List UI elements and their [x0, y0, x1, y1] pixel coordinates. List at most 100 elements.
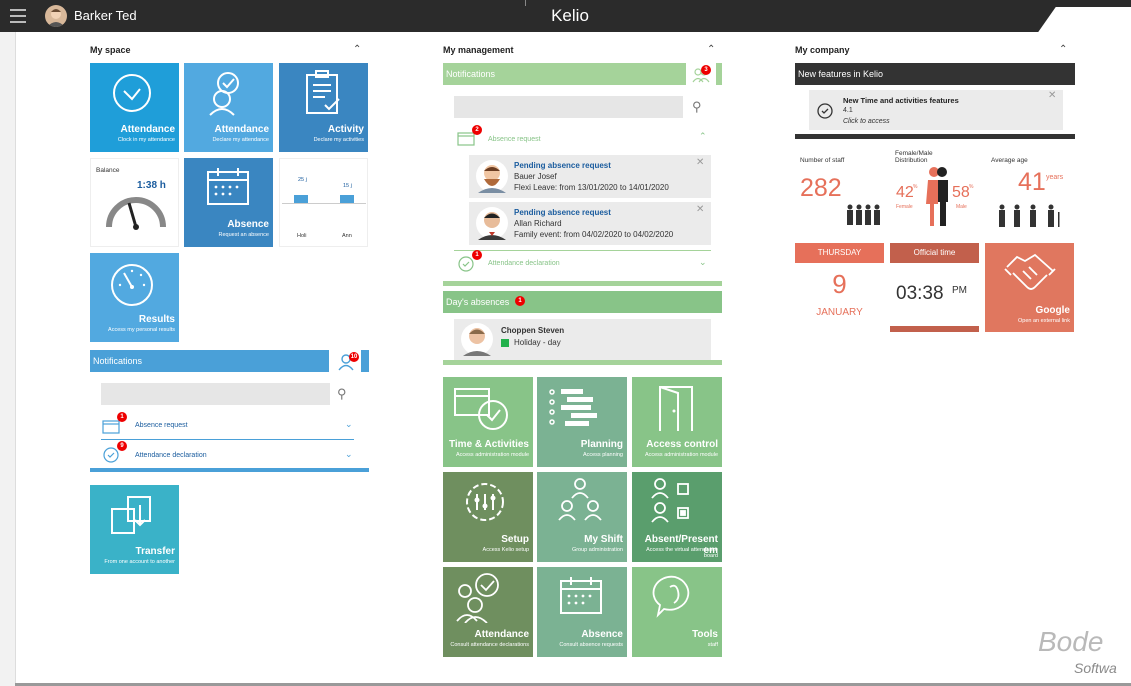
absence-request-card[interactable]: Pending absence request Allan Richard Fa… [469, 202, 711, 245]
chat-bubbles-icon [652, 575, 690, 618]
tile-subtitle: Access planning [582, 452, 623, 458]
tile-title: Attendance [214, 124, 269, 135]
notif-icon-box: 3 [686, 63, 722, 85]
age-label: Average age [991, 157, 1028, 164]
gender-distribution-widget[interactable]: Female/Male Distribution 42 % 58 % Femal… [890, 148, 979, 237]
tile-subtitle: Clock in my attendance [117, 137, 175, 143]
tile-subtitle: Access Kelio setup [482, 547, 529, 553]
age-unit: years [1046, 174, 1064, 181]
my-company-collapse-icon[interactable]: ⌃ [1059, 44, 1067, 55]
calendar-icon [560, 577, 602, 614]
tile-title: Absence [581, 629, 623, 640]
absence-request-badge: 2 [472, 125, 482, 135]
my-shift-tile[interactable]: My Shift Group administration [537, 472, 627, 562]
day-number: 9 [832, 269, 847, 299]
distribution-label: Female/Male Distribution [895, 150, 933, 164]
absent-present-tile[interactable]: Absent/Present em Access the virtual att… [632, 472, 722, 562]
calendar-icon [207, 168, 249, 205]
my-space-collapse-icon[interactable]: ⌃ [353, 44, 361, 55]
days-absences-header[interactable]: Day's absences 1 [443, 291, 722, 313]
divider [454, 250, 711, 251]
user-name[interactable]: Barker Ted [74, 8, 137, 23]
male-label: Male [956, 204, 967, 210]
results-tile[interactable]: Results Access my personal results [90, 253, 179, 342]
days-absences-title: Day's absences [446, 297, 510, 307]
tools-tile[interactable]: Tools staff [632, 567, 722, 657]
time-activities-tile[interactable]: Time & Activities Access administration … [443, 377, 533, 467]
attendance-declaration-label[interactable]: Attendance declaration [488, 260, 560, 267]
setup-tile[interactable]: Setup Access Kelio setup [443, 472, 533, 562]
search-input[interactable] [454, 96, 683, 118]
gear-icon [466, 483, 504, 521]
search-input[interactable] [101, 383, 330, 405]
date-widget: THURSDAY 9 JANUARY [795, 243, 884, 332]
holi-value: 25 j [298, 177, 307, 183]
tile-subtitle: Access my personal results [108, 327, 175, 333]
chevron-up-icon[interactable]: ⌃ [699, 131, 707, 142]
attendance-declare-tile[interactable]: Attendance Declare my attendance [184, 63, 273, 152]
avatar [476, 207, 508, 240]
hamburger-menu-icon[interactable] [10, 9, 26, 23]
notif-icon-box: 10 [329, 350, 369, 372]
tile-subtitle: Access administration module [644, 452, 718, 458]
activity-tile[interactable]: Activity Declare my activities [279, 63, 368, 152]
absent-person-status: Holiday - day [514, 338, 561, 347]
tile-subtitle: Open an external link [1018, 318, 1070, 324]
my-space-title: My space [90, 45, 131, 55]
access-control-tile[interactable]: Access control Access administration mod… [632, 377, 722, 467]
chart-baseline [282, 203, 366, 204]
my-space-notifications-header[interactable]: Notifications 10 [90, 350, 369, 372]
gender-figure-icon [926, 167, 948, 226]
tile-subtitle: Access administration module [455, 452, 529, 458]
chevron-down-icon[interactable]: ⌄ [699, 257, 707, 268]
gauge-icon [106, 197, 166, 230]
balance-widget[interactable]: Balance 1:38 h [90, 158, 179, 247]
time-bottom-bar [890, 326, 979, 332]
news-header[interactable]: New features in Kelio [795, 63, 1075, 85]
news-item-link[interactable]: Click to access [843, 118, 890, 125]
absence-request-label[interactable]: Absence request [135, 422, 188, 429]
close-icon[interactable]: ✕ [696, 157, 704, 168]
my-management-collapse-icon[interactable]: ⌃ [707, 44, 715, 55]
presence-board-icon [651, 478, 689, 523]
absence-request-badge: 1 [117, 412, 127, 422]
search-icon[interactable]: ⚲ [692, 99, 702, 115]
request-name: Bauer Josef [514, 172, 557, 181]
google-link-tile[interactable]: Google Open an external link [985, 243, 1074, 332]
close-icon[interactable]: ✕ [1048, 90, 1056, 101]
chevron-down-icon[interactable]: ⌄ [345, 449, 353, 460]
planning-tile[interactable]: Planning Access planning [537, 377, 627, 467]
management-notifications-header[interactable]: Notifications 3 [443, 63, 722, 85]
calendar-check-icon [454, 388, 508, 430]
clipboard-icon [306, 70, 340, 114]
attendance-declaration-badge: 9 [117, 441, 127, 451]
transfer-tile[interactable]: Transfer From one account to another [90, 485, 179, 574]
management-notifications-panel: ⚲ 2 Absence request ⌃ Pending absence re… [443, 85, 722, 281]
tile-title: Tools [692, 629, 718, 640]
tile-title: Absence [227, 219, 269, 230]
absence-tile[interactable]: Absence Request an absence [184, 158, 273, 247]
consult-attendance-tile[interactable]: Attendance Consult attendance declaratio… [443, 567, 533, 657]
absence-request-label[interactable]: Absence request [488, 136, 541, 143]
attendance-clock-tile[interactable]: Attendance Clock in my attendance [90, 63, 179, 152]
tile-subtitle: Request an absence [218, 232, 269, 238]
news-item[interactable]: New Time and activities features 4.1 Cli… [809, 90, 1063, 130]
close-icon[interactable]: ✕ [696, 204, 704, 215]
average-age-widget[interactable]: Average age 41 years [985, 148, 1074, 237]
clock-check-icon [817, 103, 833, 119]
chevron-down-icon[interactable]: ⌄ [345, 419, 353, 430]
search-icon[interactable]: ⚲ [337, 386, 347, 402]
consult-absence-tile[interactable]: Absence Consult absence requests [537, 567, 627, 657]
absence-request-card[interactable]: Pending absence request Bauer Josef Flex… [469, 155, 711, 198]
absent-person-name: Choppen Steven [501, 326, 565, 335]
staff-count-widget[interactable]: Number of staff 282 [795, 148, 884, 237]
request-detail: Flexi Leave: from 13/01/2020 to 14/01/20… [514, 183, 669, 192]
tile-title: My Shift [584, 534, 623, 545]
female-unit: % [913, 184, 918, 190]
attendance-declaration-label[interactable]: Attendance declaration [135, 452, 207, 459]
clock-icon [113, 74, 151, 112]
counters-widget[interactable]: 25 j 15 j Holi Ann [279, 158, 368, 247]
absence-person-card[interactable]: Choppen Steven Holiday - day [454, 319, 711, 360]
user-avatar[interactable] [45, 5, 67, 27]
header-decoration-right [1061, 7, 1131, 32]
